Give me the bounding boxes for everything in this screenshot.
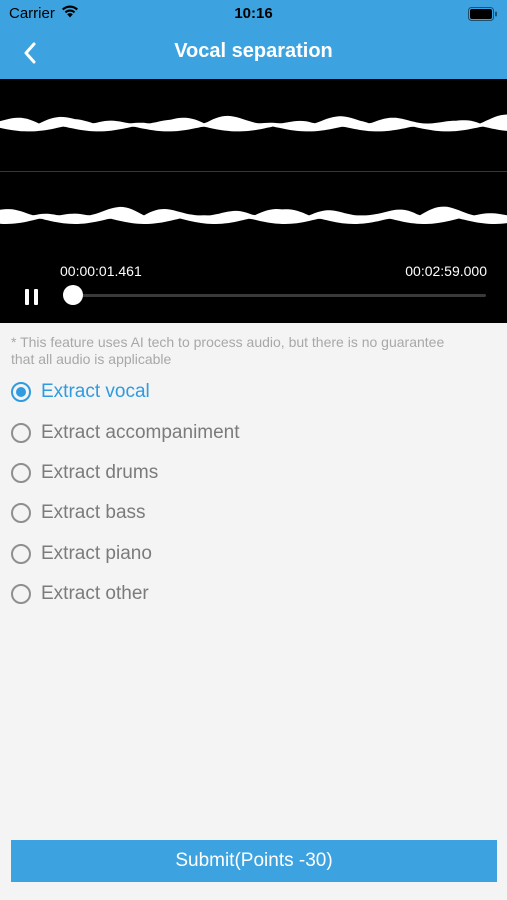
seek-bar[interactable] xyxy=(70,294,486,297)
option-extract-drums[interactable]: Extract drums xyxy=(11,453,491,493)
radio-button[interactable] xyxy=(11,382,31,403)
status-time: 10:16 xyxy=(234,5,273,22)
submit-button[interactable]: Submit(Points -30) xyxy=(11,840,497,882)
option-extract-bass[interactable]: Extract bass xyxy=(11,493,491,533)
pause-button[interactable] xyxy=(18,284,44,310)
option-extract-other[interactable]: Extract other xyxy=(11,574,491,614)
waveform-channel-top xyxy=(0,114,507,132)
disclaimer-text: * This feature uses AI tech to process a… xyxy=(11,334,445,367)
top-bar: Carrier 10:16 Vocal separation xyxy=(0,0,507,79)
seek-thumb[interactable] xyxy=(63,285,84,305)
option-extract-accompaniment[interactable]: Extract accompaniment xyxy=(11,412,491,452)
option-extract-piano[interactable]: Extract piano xyxy=(11,534,491,574)
option-label: Extract drums xyxy=(41,461,159,483)
radio-button[interactable] xyxy=(11,543,31,564)
radio-button[interactable] xyxy=(11,584,31,605)
audio-player: 00:00:01.461 00:02:59.000 xyxy=(0,79,507,323)
option-label: Extract piano xyxy=(41,542,152,564)
pause-icon-bar xyxy=(33,289,38,305)
battery-icon xyxy=(468,7,498,21)
radio-button[interactable] xyxy=(11,503,31,524)
status-bar: Carrier 10:16 xyxy=(0,0,507,28)
total-time: 00:02:59.000 xyxy=(405,263,487,279)
radio-button[interactable] xyxy=(11,462,31,483)
waveform-display[interactable] xyxy=(0,79,507,269)
radio-button[interactable] xyxy=(11,422,31,443)
option-label: Extract vocal xyxy=(41,381,150,403)
option-label: Extract bass xyxy=(41,502,146,524)
nav-bar: Vocal separation xyxy=(0,28,507,79)
current-time: 00:00:01.461 xyxy=(60,263,142,279)
option-label: Extract other xyxy=(41,583,149,605)
pause-icon xyxy=(24,289,29,305)
page-title: Vocal separation xyxy=(174,40,333,62)
option-extract-vocal[interactable]: Extract vocal xyxy=(11,372,491,412)
option-label: Extract accompaniment xyxy=(41,421,240,443)
waveform-channel-bottom xyxy=(0,206,507,224)
separation-options: Extract vocal Extract accompaniment Extr… xyxy=(11,372,491,614)
